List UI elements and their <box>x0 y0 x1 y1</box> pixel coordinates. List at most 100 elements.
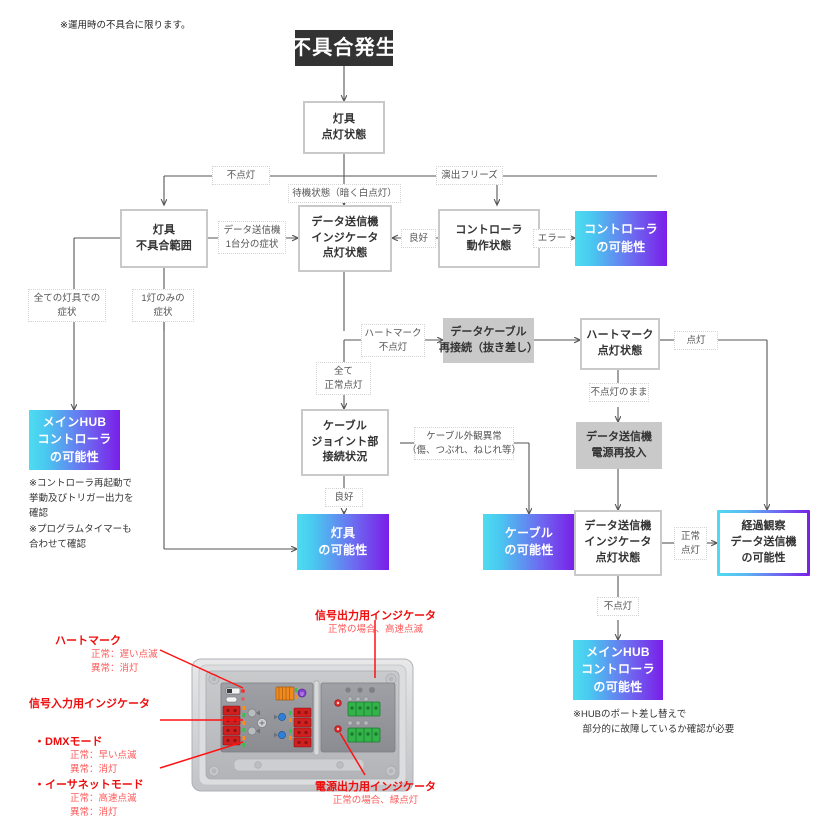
edge-label-no-light: 不点灯 <box>212 166 270 185</box>
node-fixture-state-line-2: 点灯状態 <box>321 128 367 141</box>
edge-label-show-freeze: 演出フリーズ <box>436 166 503 185</box>
node-transmitter-indicator-state-line-3: 点灯状態 <box>322 247 368 260</box>
edge-label-no-light-2: 不点灯 <box>597 597 639 616</box>
node-transmitter-indicator-state-2: データ送信機 インジケータ 点灯状態 <box>574 510 662 576</box>
result-observe-tx-line-3: の可能性 <box>741 551 786 564</box>
annotation-power-output-title: 電源出力用インジケータ <box>315 781 436 793</box>
annotation-signal-output: 信号出力用インジケータ 正常の場合、高速点滅 <box>288 607 463 637</box>
node-controller-state: コントローラ 動作状態 <box>438 209 540 268</box>
node-transmitter-indicator-state-2-line-2: インジケータ <box>584 536 652 549</box>
edge-label-normal-lit-line-2: 点灯 <box>680 544 700 556</box>
edge-label-one-fixture-line-2: 症状 <box>153 306 173 318</box>
edge-label-all-fixtures-line-2: 症状 <box>57 306 77 318</box>
result-controller-possible-line-1: コントローラ <box>584 222 658 237</box>
edge-label-cable-damage-line-2: （傷、つぶれ、ねじれ等） <box>406 444 522 456</box>
result-mainhub-right-line-1: メインHUB <box>586 644 650 659</box>
edge-label-all-normal-lit: 全て 正常点灯 <box>316 362 371 395</box>
result-mainhub-left-line-2: コントローラ <box>37 432 112 447</box>
result-controller-possible-line-2: の可能性 <box>596 239 646 254</box>
annotation-power-output: 電源出力用インジケータ 正常の場合、緑点灯 <box>288 778 463 808</box>
node-fixture-fault-range-line-2: 不具合範囲 <box>136 239 192 252</box>
node-transmitter-indicator-state: データ送信機 インジケータ 点灯状態 <box>298 205 392 272</box>
node-transmitter-indicator-state-2-line-3: 点灯状態 <box>595 551 641 564</box>
edge-label-cable-damage-line-1: ケーブル外観異常 <box>426 430 502 442</box>
edge-label-still-no-light-text: 不点灯のまま <box>590 386 648 398</box>
result-observe-tx-line-2: データ送信機 <box>730 536 797 549</box>
edge-label-all-normal-line-1: 全て <box>333 365 353 377</box>
result-controller-possible: コントローラ の可能性 <box>575 211 667 266</box>
hub-port-note: ※HUBのポート差し替えで 部分的に故障しているか確認が必要 <box>573 709 735 736</box>
result-fixture-possible: 灯具 の可能性 <box>297 514 389 570</box>
svg-text:U: U <box>300 691 303 697</box>
node-transmitter-power-cycle-line-1: データ送信機 <box>586 430 652 443</box>
result-cable-possible: ケーブル の可能性 <box>483 514 575 570</box>
edge-label-no-light-text: 不点灯 <box>226 169 256 181</box>
annotation-heart-mark-title: ハートマーク <box>55 635 121 647</box>
node-controller-state-line-2: 動作状態 <box>466 239 512 252</box>
edge-label-heartmark-no-light-line-2: 不点灯 <box>378 341 408 353</box>
edge-label-all-fixtures-line-1: 全ての灯具での <box>33 292 101 304</box>
node-transmitter-power-cycle: データ送信機 電源再投入 <box>576 422 662 469</box>
node-data-cable-reconnect-line-1: データケーブル <box>450 325 527 338</box>
device-photo: U <box>191 658 414 792</box>
edge-label-heartmark-no-light-line-1: ハートマーク <box>364 327 422 339</box>
node-cable-joint-status: ケーブル ジョイント部 接続状況 <box>301 409 389 476</box>
edge-label-joint-good-text: 良好 <box>334 491 354 503</box>
edge-label-good-text: 良好 <box>408 232 428 244</box>
edge-label-one-fixture-symptom: 1灯のみの 症状 <box>132 289 194 322</box>
edge-label-lit-text: 点灯 <box>686 334 706 346</box>
result-cable-possible-line-1: ケーブル <box>504 525 554 540</box>
node-transmitter-power-cycle-line-2: 電源再投入 <box>591 446 647 459</box>
node-data-cable-reconnect-line-2: 再接続（抜き差し） <box>439 341 538 354</box>
node-fixture-fault-range: 灯具 不具合範囲 <box>120 209 208 268</box>
edge-label-normal-lit-line-1: 正常 <box>680 530 700 542</box>
result-mainhub-left-line-3: の可能性 <box>49 449 100 464</box>
annotation-heart-mark-detail: 正常：遅い点滅 異常：消灯 <box>91 649 158 675</box>
result-mainhub-right-line-3: の可能性 <box>593 679 643 694</box>
node-start: 不具合発生 <box>291 30 396 66</box>
edge-label-one-tx-line-2: 1台分の症状 <box>225 238 279 250</box>
node-fixture-fault-range-line-1: 灯具 <box>152 223 176 236</box>
node-fixture-state-line-1: 灯具 <box>332 112 356 125</box>
node-transmitter-indicator-state-2-line-1: データ送信機 <box>584 520 652 533</box>
result-fixture-possible-line-2: の可能性 <box>318 543 368 557</box>
annotation-dmx-mode-title: ・DMXモード <box>34 736 103 748</box>
edge-label-still-no-light: 不点灯のまま <box>589 383 649 402</box>
edge-label-cable-damage: ケーブル外観異常 （傷、つぶれ、ねじれ等） <box>407 427 521 460</box>
annotation-signal-input: 信号入力用インジケータ <box>29 695 150 711</box>
edge-label-all-fixtures-symptom: 全ての灯具での 症状 <box>28 289 106 322</box>
result-mainhub-controller-possible-right: メインHUB コントローラ の可能性 <box>573 640 663 700</box>
result-fixture-possible-line-1: 灯具 <box>330 525 356 540</box>
edge-label-one-fixture-line-1: 1灯のみの <box>141 292 185 304</box>
node-heartmark-state: ハートマーク 点灯状態 <box>580 318 660 370</box>
edge-label-show-freeze-text: 演出フリーズ <box>441 169 498 181</box>
annotation-ethernet-mode: ・イーサネットモード 正常：高速点滅 異常：消灯 <box>34 776 144 821</box>
edge-label-standby-text: 待機状態（暗く白点灯） <box>292 187 397 199</box>
result-cable-possible-line-2: の可能性 <box>504 543 554 557</box>
edge-label-all-normal-line-2: 正常点灯 <box>324 379 363 391</box>
result-mainhub-right-line-2: コントローラ <box>581 662 655 677</box>
node-transmitter-indicator-state-line-2: インジケータ <box>311 231 379 244</box>
annotation-heart-mark: ハートマーク 正常：遅い点滅 異常：消灯 <box>55 632 158 677</box>
annotation-signal-output-title: 信号出力用インジケータ <box>315 610 436 622</box>
node-start-line-1: 不具合発生 <box>291 36 397 59</box>
edge-label-one-transmitter-symptom: データ送信機 1台分の症状 <box>218 221 286 254</box>
annotation-ethernet-mode-detail: 正常：高速点滅 異常：消灯 <box>70 793 137 819</box>
scope-note: ※運用時の不具合に限ります。 <box>60 20 191 31</box>
node-data-cable-reconnect: データケーブル 再接続（抜き差し） <box>439 318 538 363</box>
edge-label-standby: 待機状態（暗く白点灯） <box>288 184 401 203</box>
annotation-power-output-detail: 正常の場合、緑点灯 <box>332 795 419 806</box>
result-observe-tx-line-1: 経過観察 <box>741 520 786 533</box>
edge-label-heartmark-no-light: ハートマーク 不点灯 <box>361 324 425 357</box>
edge-label-normal-lit: 正常 点灯 <box>674 527 707 560</box>
edge-label-error: エラー <box>533 229 571 248</box>
edge-label-one-tx-line-1: データ送信機 <box>223 224 281 236</box>
node-heartmark-state-line-1: ハートマーク <box>586 329 654 342</box>
node-controller-state-line-1: コントローラ <box>455 223 523 236</box>
node-transmitter-indicator-state-line-1: データ送信機 <box>311 215 379 228</box>
edge-label-good: 良好 <box>401 229 436 248</box>
annotation-dmx-mode: ・DMXモード 正常：早い点滅 異常：消灯 <box>34 733 137 778</box>
controller-restart-note: ※コントローラ再起動で 挙動及びトリガー出力を 確認 ※プログラムタイマーも 合… <box>29 478 134 550</box>
edge-label-error-text: エラー <box>537 232 567 244</box>
node-fixture-state: 灯具 点灯状態 <box>303 101 385 154</box>
